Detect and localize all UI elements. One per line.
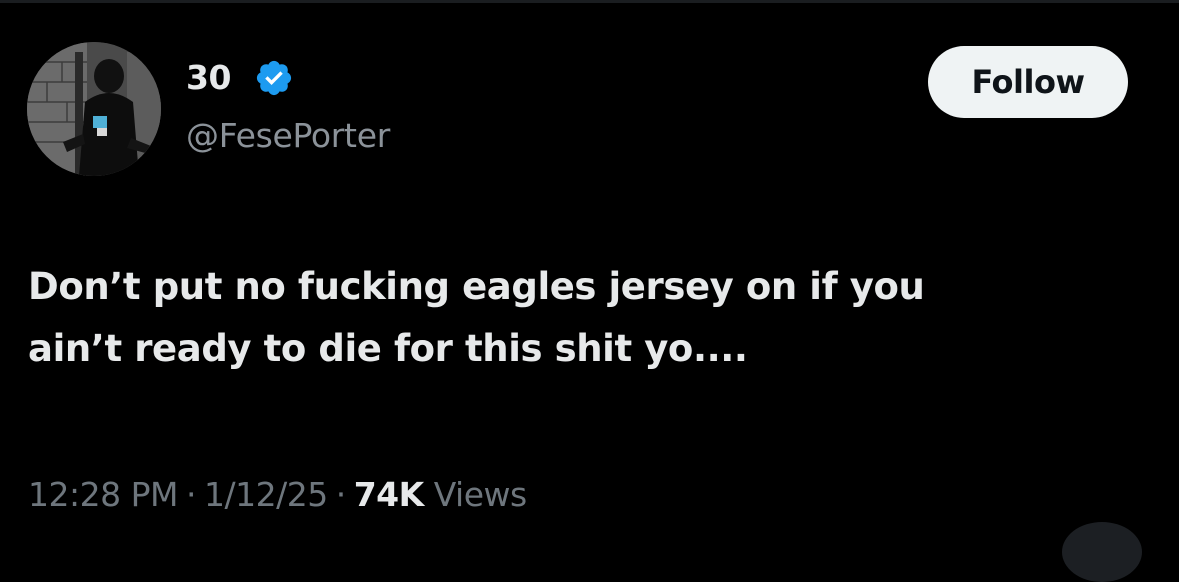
avatar[interactable] xyxy=(27,42,161,176)
tweet-time[interactable]: 12:28 PM xyxy=(28,475,178,514)
views-count[interactable]: 74K xyxy=(354,475,425,514)
follow-button[interactable]: Follow xyxy=(928,46,1128,118)
tweet-date[interactable]: 1/12/25 xyxy=(204,475,328,514)
top-divider xyxy=(0,0,1179,3)
display-name[interactable]: 30 xyxy=(186,56,231,100)
tweet-meta: 12:28 PM · 1/12/25 · 74K Views xyxy=(28,470,527,520)
views-label: Views xyxy=(433,475,528,514)
user-handle[interactable]: @FesePorter xyxy=(186,114,390,158)
tweet-text: Don’t put no fucking eagles jersey on if… xyxy=(28,265,925,370)
avatar-photo xyxy=(27,42,161,176)
meta-separator: · xyxy=(335,475,347,514)
meta-separator: · xyxy=(185,475,197,514)
verified-badge-icon xyxy=(256,60,292,96)
overlay-button-partial[interactable] xyxy=(1062,522,1142,582)
